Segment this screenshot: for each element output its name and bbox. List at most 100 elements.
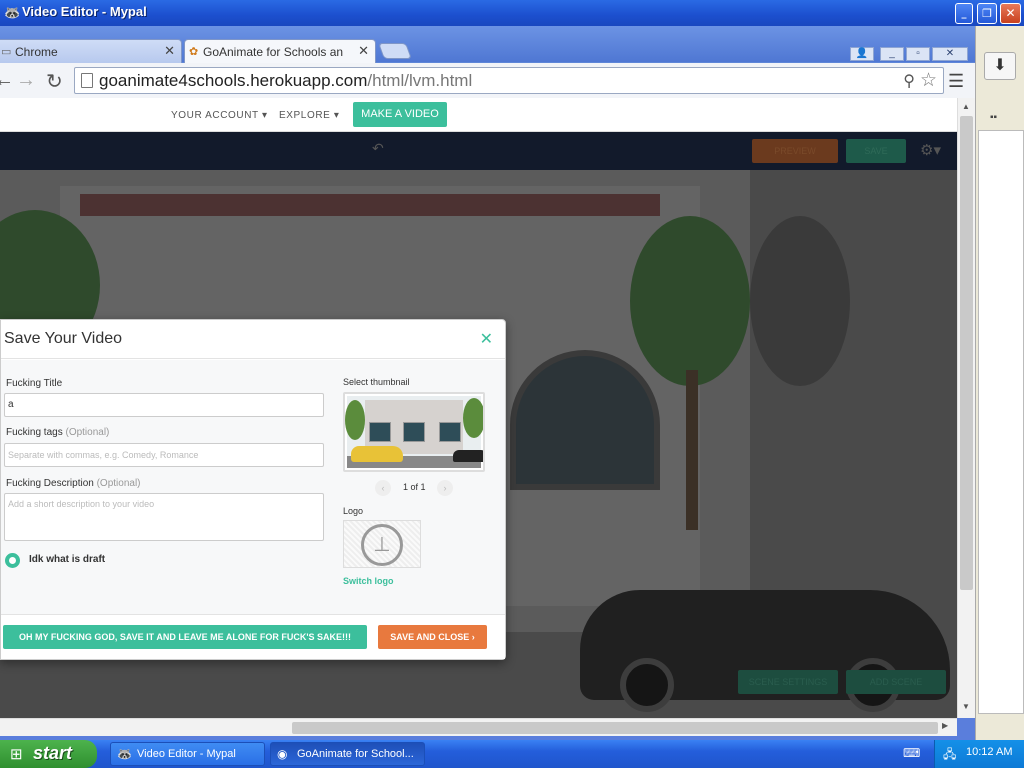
chrome-app-icon: ◉ bbox=[277, 747, 288, 761]
grip-icon: ▪▪ bbox=[990, 112, 998, 123]
taskbar-item-label: GoAnimate for School... bbox=[297, 748, 414, 760]
close-icon[interactable]: ✕ bbox=[358, 43, 369, 59]
page-icon bbox=[81, 73, 93, 88]
address-bar[interactable]: goanimate4schools.herokuapp.com/html/lvm… bbox=[74, 67, 944, 94]
url-path: /html/lvm.html bbox=[367, 71, 473, 90]
address-url: goanimate4schools.herokuapp.com/html/lvm… bbox=[99, 71, 472, 91]
gear-icon[interactable]: ⚙▾ bbox=[920, 141, 941, 159]
logo-preview: ⊥ bbox=[343, 520, 421, 568]
start-button[interactable]: ⊞ start bbox=[0, 740, 97, 768]
minimize-button[interactable]: _ bbox=[955, 3, 973, 24]
vertical-scroll-thumb[interactable] bbox=[960, 116, 973, 590]
draft-label: Idk what is draft bbox=[29, 554, 106, 565]
page-icon: ▭ bbox=[1, 46, 12, 58]
thumb-window bbox=[369, 422, 391, 442]
start-label: start bbox=[33, 743, 73, 763]
mypal-app-icon: 🦝 bbox=[117, 747, 132, 761]
save-and-leave-button[interactable]: OH MY FUCKING GOD, SAVE IT AND LEAVE ME … bbox=[3, 625, 367, 649]
goanimate-favicon-icon: ✿ bbox=[189, 46, 199, 58]
car-wheel bbox=[620, 658, 674, 712]
scene-settings-button[interactable]: SCENE SETTINGS bbox=[738, 670, 838, 694]
modal-footer: OH MY FUCKING GOD, SAVE IT AND LEAVE ME … bbox=[1, 614, 505, 659]
thumb-window bbox=[439, 422, 461, 442]
windows-flag-icon: ⊞ bbox=[10, 746, 23, 763]
explore-link[interactable]: EXPLORE ▾ bbox=[279, 110, 339, 121]
horizontal-scroll-thumb[interactable] bbox=[292, 722, 938, 734]
web-page: YOUR ACCOUNT ▾ EXPLORE ▾ MAKE A VIDEO ↶ … bbox=[0, 98, 957, 718]
url-host: goanimate4schools.herokuapp.com bbox=[99, 71, 368, 90]
back-arrow-icon[interactable]: ← bbox=[0, 69, 14, 92]
close-icon[interactable]: ✕ bbox=[480, 329, 493, 349]
keyboard-icon[interactable]: ⌨ bbox=[903, 746, 920, 760]
thumbnail-next-button[interactable]: › bbox=[437, 480, 453, 496]
tab-strip: ▭ Chrome ✕ ✿ GoAnimate for Schools an ✕ … bbox=[0, 26, 975, 63]
thumbnail-image[interactable] bbox=[343, 392, 485, 472]
scroll-down-arrow-icon[interactable]: ▼ bbox=[962, 702, 970, 711]
switch-logo-link[interactable]: Switch logo bbox=[343, 576, 394, 586]
draft-radio[interactable] bbox=[5, 553, 20, 568]
tab-goanimate[interactable]: ✿ GoAnimate for Schools an ✕ bbox=[184, 39, 376, 63]
windows-taskbar: ⊞ start 🦝 Video Editor - Mypal ◉ GoAnima… bbox=[0, 740, 1024, 768]
your-account-link[interactable]: YOUR ACCOUNT ▾ bbox=[171, 110, 268, 121]
minimize-browser-button[interactable]: _ bbox=[880, 47, 904, 61]
scroll-right-arrow-icon[interactable]: ▶ bbox=[942, 721, 948, 730]
thumbnail-label: Select thumbnail bbox=[343, 377, 410, 387]
horizontal-scrollbar[interactable]: ▶ bbox=[0, 718, 957, 736]
tags-input[interactable]: Separate with commas, e.g. Comedy, Roman… bbox=[4, 443, 324, 467]
download-arrow-icon[interactable]: ⬇ bbox=[984, 52, 1016, 80]
window-title: Video Editor - Mypal bbox=[22, 4, 147, 19]
thumb-tree bbox=[463, 398, 483, 438]
taskbar-item-goanimate[interactable]: ◉ GoAnimate for School... bbox=[270, 742, 425, 766]
your-account-label: YOUR ACCOUNT bbox=[171, 110, 259, 121]
tab-label: GoAnimate for Schools an bbox=[203, 45, 344, 59]
restore-button[interactable]: ❐ bbox=[977, 3, 997, 24]
close-icon[interactable]: ✕ bbox=[164, 43, 175, 59]
system-tray: 🖧 10:12 AM bbox=[934, 740, 1024, 768]
add-scene-button[interactable]: ADD SCENE bbox=[846, 670, 946, 694]
description-label-text: Fucking Description bbox=[6, 478, 94, 489]
description-textarea[interactable]: Add a short description to your video bbox=[4, 493, 324, 541]
taskbar-item-video-editor[interactable]: 🦝 Video Editor - Mypal bbox=[110, 742, 265, 766]
title-input[interactable]: a bbox=[4, 393, 324, 417]
clock: 10:12 AM bbox=[966, 746, 1013, 758]
side-blank-area bbox=[978, 130, 1024, 714]
logo-label: Logo bbox=[343, 506, 364, 516]
scene-tree-right bbox=[630, 216, 750, 386]
title-field-label: Fucking Title bbox=[6, 378, 63, 389]
new-tab-button[interactable] bbox=[378, 43, 412, 59]
tags-field-label: Fucking tags (Optional) bbox=[6, 427, 109, 438]
mypal-app-icon: 🦝 bbox=[4, 5, 21, 20]
reload-icon[interactable]: ↻ bbox=[46, 69, 63, 94]
thumb-tree bbox=[345, 400, 365, 440]
offstage-tree bbox=[750, 216, 850, 386]
close-window-button[interactable]: ✕ bbox=[1000, 3, 1021, 24]
zoom-icon[interactable]: ⚲ bbox=[903, 71, 915, 91]
scene-banner bbox=[80, 194, 660, 216]
scroll-up-arrow-icon[interactable]: ▲ bbox=[962, 102, 970, 111]
thumb-car bbox=[453, 450, 483, 462]
maximize-browser-button[interactable]: ▫ bbox=[906, 47, 930, 61]
thumbnail-pager: 1 of 1 bbox=[403, 482, 426, 492]
undo-icon[interactable]: ↶ bbox=[372, 140, 384, 157]
tags-label-text: Fucking tags bbox=[6, 427, 63, 438]
profile-icon[interactable]: 👤 bbox=[850, 47, 874, 61]
optional-text: (Optional) bbox=[96, 478, 141, 489]
preview-button[interactable]: PREVIEW bbox=[752, 139, 838, 163]
thumb-window bbox=[403, 422, 425, 442]
save-and-close-button[interactable]: SAVE AND CLOSE › bbox=[378, 625, 487, 649]
window-titlebar: 🦝 Video Editor - Mypal _ ❐ ✕ bbox=[0, 0, 1024, 26]
forward-arrow-icon[interactable]: → bbox=[16, 69, 36, 92]
vertical-scrollbar[interactable]: ▲ ▼ bbox=[957, 98, 975, 718]
tab-chrome[interactable]: ▭ Chrome ✕ bbox=[0, 39, 182, 63]
menu-icon[interactable]: ☰ bbox=[948, 71, 964, 92]
modal-body: Fucking Title a Fucking tags (Optional) … bbox=[1, 360, 505, 614]
description-field-label: Fucking Description (Optional) bbox=[6, 478, 141, 489]
make-video-button[interactable]: MAKE A VIDEO bbox=[353, 102, 447, 127]
save-video-modal: Save Your Video ✕ Fucking Title a Fuckin… bbox=[0, 319, 506, 660]
tab-label: Chrome bbox=[15, 45, 58, 59]
thumbnail-prev-button[interactable]: ‹ bbox=[375, 480, 391, 496]
save-button[interactable]: SAVE bbox=[846, 139, 906, 163]
bookmark-star-icon[interactable]: ☆ bbox=[920, 69, 937, 92]
network-icon[interactable]: 🖧 bbox=[943, 745, 956, 766]
close-browser-button[interactable]: ✕ bbox=[932, 47, 968, 61]
